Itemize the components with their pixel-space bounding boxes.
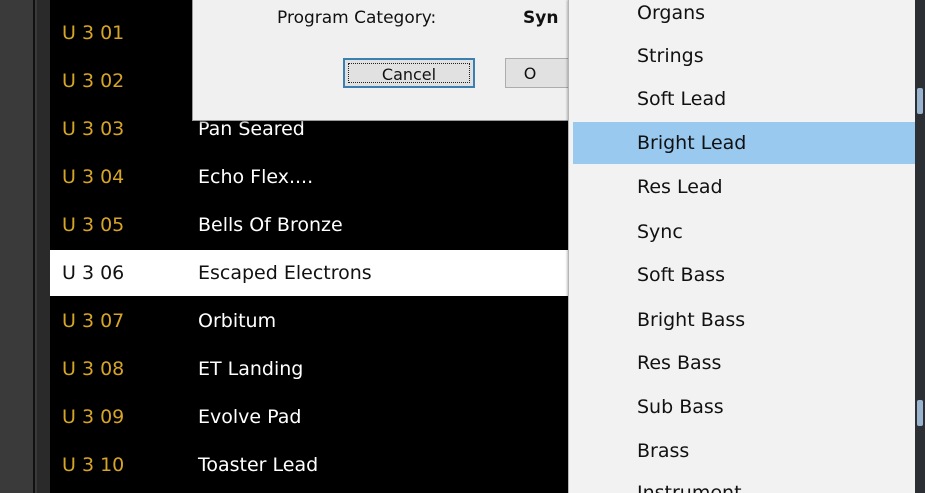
program-number: U 3 01 — [62, 22, 125, 44]
menu-item-label: Instrument — [637, 482, 742, 493]
program-number: U 3 04 — [62, 166, 125, 188]
menu-item-label: Bright Bass — [637, 309, 746, 331]
program-row[interactable]: U 3 10 Toaster Lead — [50, 442, 570, 488]
menu-item-soft-lead[interactable]: Soft Lead — [569, 78, 921, 120]
program-name: Escaped Electrons — [198, 262, 372, 284]
right-panel-edge — [915, 0, 925, 493]
menu-item-label: Soft Bass — [637, 264, 726, 286]
menu-item-bright-lead[interactable]: Bright Lead — [573, 122, 915, 164]
program-row-selected[interactable]: U 3 06 Escaped Electrons — [50, 250, 570, 296]
menu-item-res-lead[interactable]: Res Lead — [569, 166, 921, 208]
scroll-marker — [917, 88, 923, 114]
program-number: U 3 10 — [62, 454, 125, 476]
program-category-dialog: Program Category: Syn Cancel O — [192, 0, 585, 121]
program-name: Echo Flex.... — [198, 166, 314, 188]
focus-rectangle — [348, 63, 470, 83]
ok-button-label: O — [523, 64, 537, 83]
menu-item-organs[interactable]: Organs — [569, 0, 921, 34]
program-name: Toaster Lead — [198, 454, 319, 476]
program-row[interactable]: U 3 08 ET Landing — [50, 346, 570, 392]
program-name: Bells Of Bronze — [198, 214, 343, 236]
menu-item-soft-bass[interactable]: Soft Bass — [569, 254, 921, 296]
menu-item-sub-bass[interactable]: Sub Bass — [569, 386, 921, 428]
program-row[interactable]: U 3 05 Bells Of Bronze — [50, 202, 570, 248]
program-row[interactable]: U 3 04 Echo Flex.... — [50, 154, 570, 200]
program-name: Evolve Pad — [198, 406, 302, 428]
program-row[interactable]: U 3 09 Evolve Pad — [50, 394, 570, 440]
menu-item-strings[interactable]: Strings — [569, 35, 921, 77]
program-number: U 3 02 — [62, 70, 125, 92]
program-number: U 3 07 — [62, 310, 125, 332]
program-number: U 3 03 — [62, 118, 125, 140]
category-label: Program Category: — [277, 8, 437, 28]
menu-item-sync[interactable]: Sync — [569, 211, 921, 253]
menu-item-label: Organs — [637, 2, 706, 24]
cancel-button[interactable]: Cancel — [343, 58, 475, 88]
menu-item-label: Sub Bass — [637, 396, 724, 418]
program-row[interactable]: U 3 07 Orbitum — [50, 298, 570, 344]
menu-item-label: Res Bass — [637, 352, 722, 374]
menu-item-instrument[interactable]: Instrument — [569, 472, 921, 493]
program-name: Orbitum — [198, 310, 277, 332]
menu-item-res-bass[interactable]: Res Bass — [569, 342, 921, 384]
menu-item-label: Sync — [637, 221, 683, 243]
program-number: U 3 08 — [62, 358, 125, 380]
program-number: U 3 05 — [62, 214, 125, 236]
menu-item-label: Res Lead — [637, 176, 723, 198]
menu-item-label: Brass — [637, 440, 690, 462]
menu-item-label: Strings — [637, 45, 704, 67]
menu-item-bright-bass[interactable]: Bright Bass — [569, 299, 921, 341]
menu-item-brass[interactable]: Brass — [569, 430, 921, 472]
category-dropdown-menu[interactable]: Organs Strings Soft Lead Bright Lead Res… — [568, 0, 921, 493]
left-panel-edge — [0, 0, 37, 493]
category-value[interactable]: Syn — [523, 8, 558, 28]
program-name: ET Landing — [198, 358, 304, 380]
scroll-marker — [917, 400, 923, 426]
program-number: U 3 09 — [62, 406, 125, 428]
panel-divider — [33, 0, 35, 493]
program-number: U 3 06 — [62, 262, 125, 284]
menu-item-label: Bright Lead — [637, 132, 747, 154]
menu-item-label: Soft Lead — [637, 88, 727, 110]
